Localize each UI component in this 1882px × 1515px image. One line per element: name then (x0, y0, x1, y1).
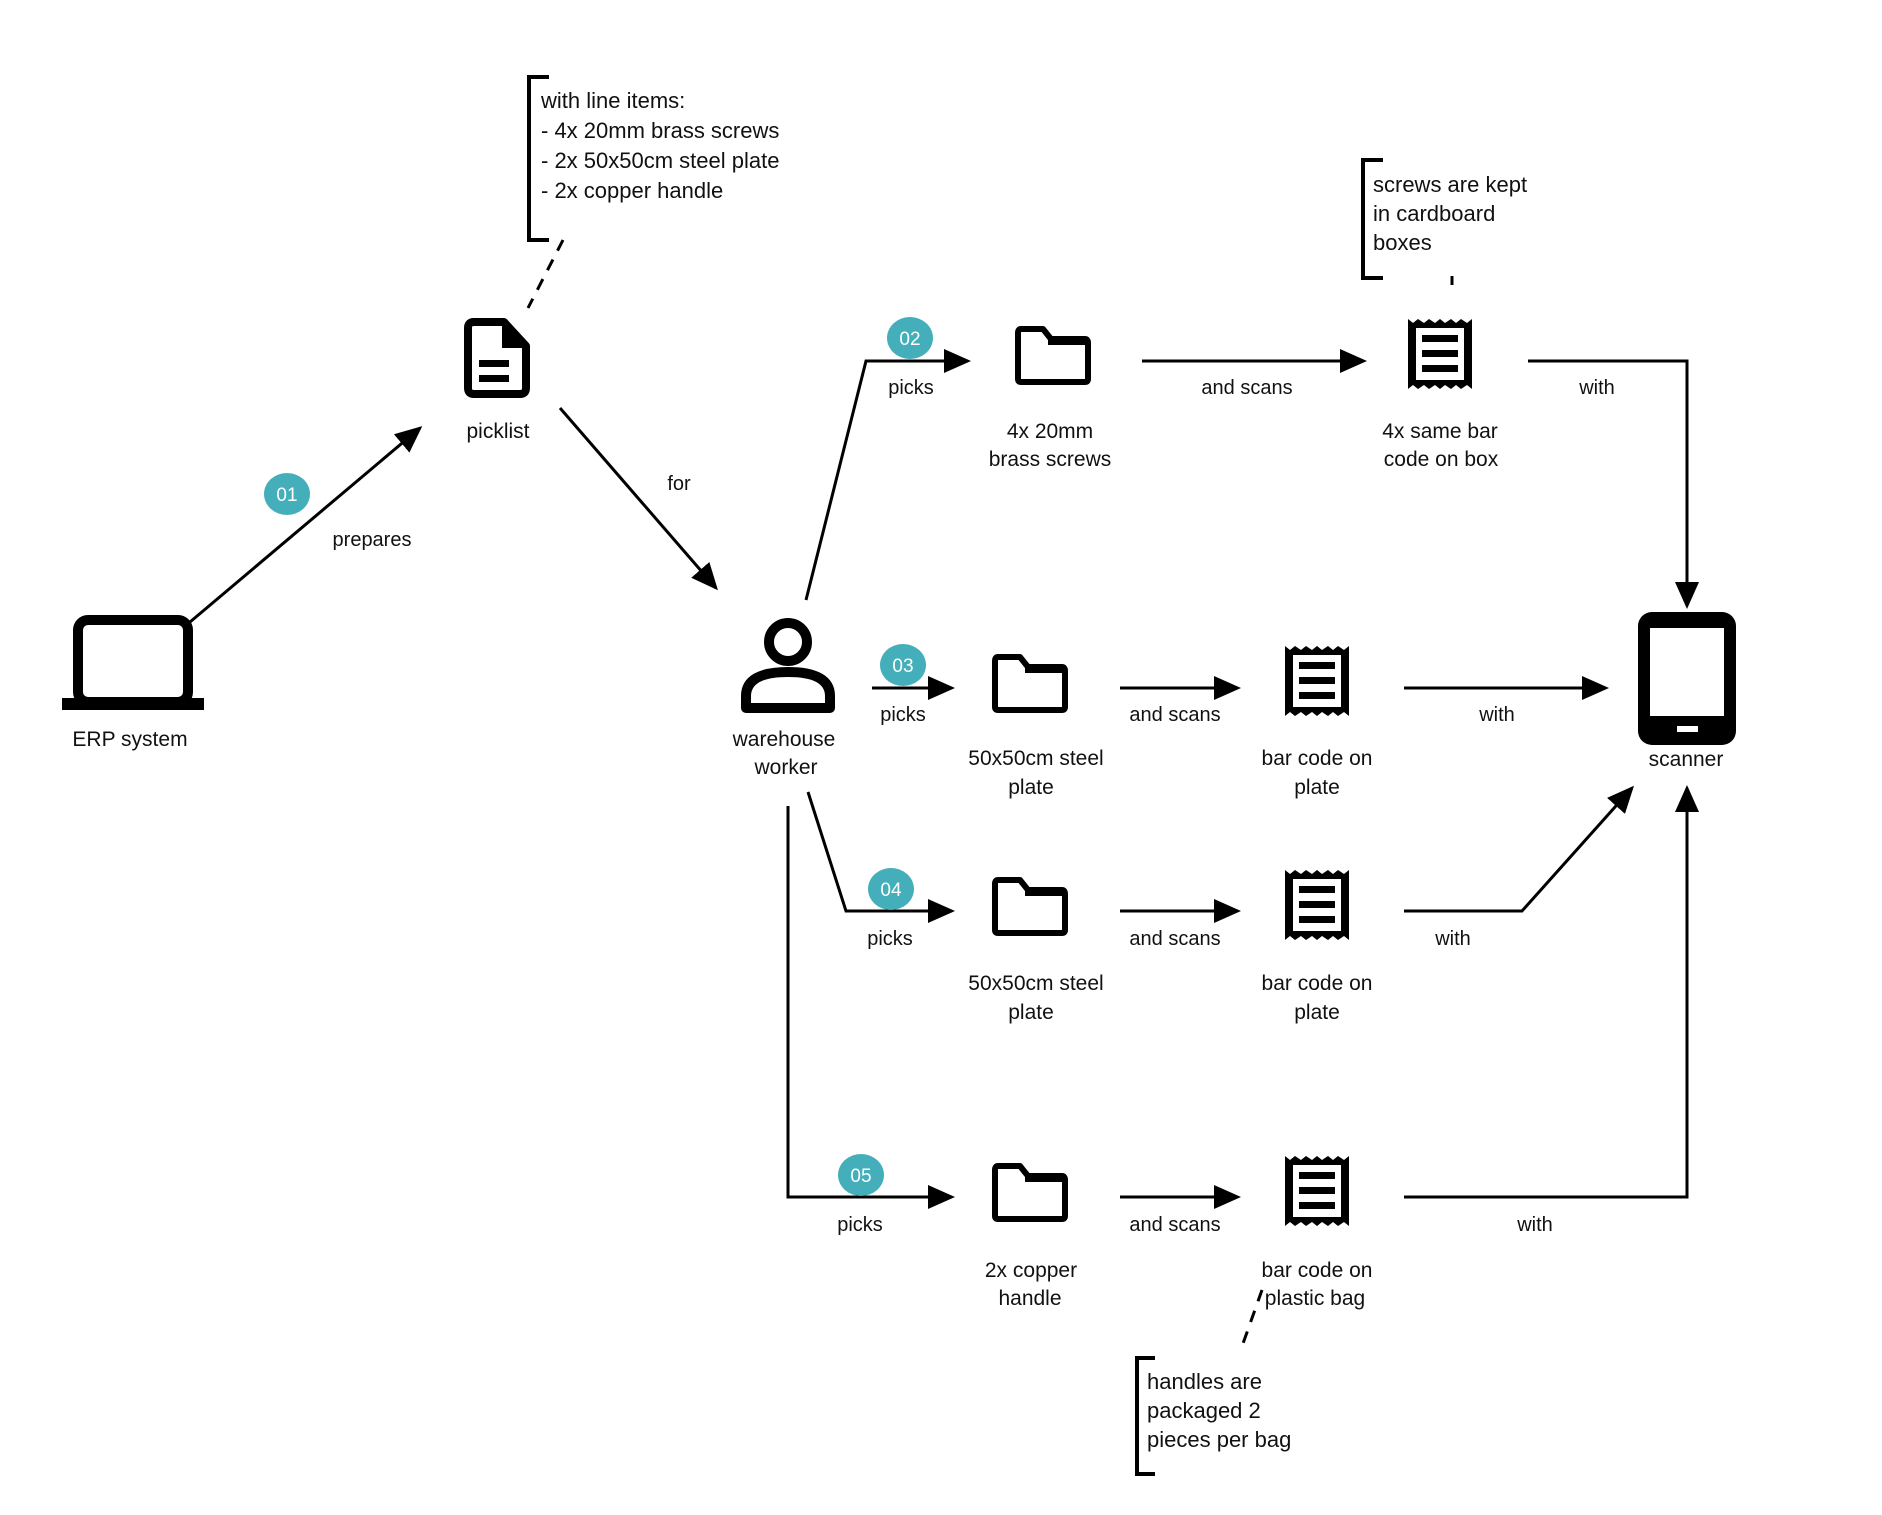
node-warehouse-worker-label-line2: worker (753, 756, 817, 779)
node-item-handle-label-line1: 2x copper (985, 1259, 1077, 1282)
folder-icon (995, 1166, 1065, 1219)
step-badge-03-label: 03 (892, 656, 913, 677)
node-erp-system-label: ERP system (72, 728, 187, 751)
node-picklist-label: picklist (466, 420, 529, 443)
edge-label-scans-03: and scans (1129, 704, 1220, 726)
warehouse-picking-diagram: prepares for picks and scans with picks … (62, 75, 1736, 1476)
edge-picks-05 (786, 806, 955, 1209)
folder-icon (1018, 329, 1088, 382)
edge-label-picks-03: picks (880, 704, 926, 726)
edge-label-picks-02: picks (888, 377, 934, 399)
node-code-box-label-line2: code on box (1384, 448, 1499, 471)
receipt-icon (1285, 646, 1349, 716)
node-item-plate-2-label-line1: 50x50cm steel (968, 972, 1103, 995)
node-item-plate-1[interactable]: 50x50cm steel plate (968, 657, 1104, 799)
note-handles-line3: pieces per bag (1147, 1427, 1291, 1452)
node-scanner-label: scanner (1649, 748, 1724, 771)
node-code-bag-label-line1: bar code on (1262, 1259, 1373, 1282)
edges (189, 239, 1699, 1353)
document-icon (464, 318, 530, 398)
folder-icon (995, 657, 1065, 710)
note-screws-line1: screws are kept (1373, 172, 1527, 197)
laptop-icon (62, 615, 204, 710)
note-link-handles (1238, 1289, 1264, 1353)
note-handles-line2: packaged 2 (1147, 1398, 1261, 1423)
node-scanner[interactable]: scanner (1638, 612, 1736, 771)
node-code-bag-label-line2: plastic bag (1265, 1287, 1365, 1310)
edge-labels: prepares for picks and scans with picks … (333, 377, 1615, 1236)
node-code-plate-2-label-line2: plate (1294, 1001, 1340, 1024)
edge-label-with-03: with (1478, 704, 1515, 726)
step-badge-04: 04 (868, 868, 914, 910)
edge-picks-02 (804, 349, 971, 601)
node-code-bag[interactable]: bar code on plastic bag (1262, 1156, 1373, 1310)
edge-with-04 (1404, 785, 1634, 913)
edge-label-scans-04: and scans (1129, 928, 1220, 950)
node-warehouse-worker-label-line1: warehouse (732, 728, 836, 751)
edge-label-prepares: prepares (333, 529, 412, 551)
edge-label-for: for (667, 473, 691, 495)
edge-label-with-02: with (1578, 377, 1615, 399)
node-erp-system[interactable]: ERP system (62, 615, 204, 751)
node-item-handle[interactable]: 2x copper handle (985, 1166, 1077, 1310)
note-picklist-line4: - 2x copper handle (541, 178, 723, 203)
step-badge-01-label: 01 (276, 485, 297, 506)
edge-label-with-04: with (1434, 928, 1471, 950)
person-icon (741, 618, 835, 713)
edge-label-scans-02: and scans (1201, 377, 1292, 399)
step-badge-02: 02 (887, 317, 933, 359)
folder-icon (995, 880, 1065, 933)
step-badge-05: 05 (838, 1154, 884, 1196)
note-screws: screws are kept in cardboard boxes (1361, 158, 1527, 280)
edge-label-scans-05: and scans (1129, 1214, 1220, 1236)
note-handles-line1: handles are (1147, 1369, 1262, 1394)
node-code-plate-1-label-line1: bar code on (1262, 747, 1373, 770)
note-picklist-line1: with line items: (540, 88, 685, 113)
node-code-plate-1[interactable]: bar code on plate (1262, 646, 1373, 799)
step-badge-01: 01 (264, 473, 310, 515)
node-item-handle-label-line2: handle (998, 1287, 1061, 1310)
note-handles: handles are packaged 2 pieces per bag (1135, 1356, 1291, 1476)
step-badge-03: 03 (880, 644, 926, 686)
node-code-plate-2-label-line1: bar code on (1262, 972, 1373, 995)
node-item-screws-label-line2: brass screws (989, 448, 1112, 471)
edge-for (558, 407, 718, 591)
note-picklist-line2: - 4x 20mm brass screws (541, 118, 779, 143)
note-link-picklist (526, 239, 565, 309)
receipt-icon (1285, 870, 1349, 940)
receipt-icon (1285, 1156, 1349, 1226)
note-screws-line3: boxes (1373, 230, 1432, 255)
edge-prepares (189, 426, 423, 624)
node-code-box[interactable]: 4x same bar code on box (1382, 319, 1499, 471)
edge-label-picks-04: picks (867, 928, 913, 950)
tablet-icon (1638, 612, 1736, 745)
note-screws-line2: in cardboard (1373, 201, 1495, 226)
node-item-plate-1-label-line2: plate (1008, 776, 1054, 799)
node-item-plate-2[interactable]: 50x50cm steel plate (968, 880, 1104, 1024)
step-badge-04-label: 04 (880, 880, 902, 901)
note-picklist-items: with line items: - 4x 20mm brass screws … (527, 75, 779, 242)
step-badge-05-label: 05 (850, 1166, 871, 1187)
edge-with-05 (1404, 785, 1699, 1199)
edge-label-picks-05: picks (837, 1214, 883, 1236)
node-item-plate-2-label-line2: plate (1008, 1001, 1054, 1024)
node-picklist[interactable]: picklist (464, 318, 530, 443)
node-warehouse-worker[interactable]: warehouse worker (732, 618, 836, 779)
step-badges: 01 02 03 04 05 (264, 317, 933, 1196)
node-item-screws[interactable]: 4x 20mm brass screws (989, 329, 1112, 471)
node-item-screws-label-line1: 4x 20mm (1007, 420, 1093, 443)
node-code-plate-2[interactable]: bar code on plate (1262, 870, 1373, 1024)
node-item-plate-1-label-line1: 50x50cm steel (968, 747, 1103, 770)
receipt-icon (1408, 319, 1472, 389)
node-code-plate-1-label-line2: plate (1294, 776, 1340, 799)
edge-label-with-05: with (1516, 1214, 1553, 1236)
step-badge-02-label: 02 (899, 329, 920, 350)
note-picklist-line3: - 2x 50x50cm steel plate (541, 148, 779, 173)
node-code-box-label-line1: 4x same bar (1382, 420, 1498, 443)
